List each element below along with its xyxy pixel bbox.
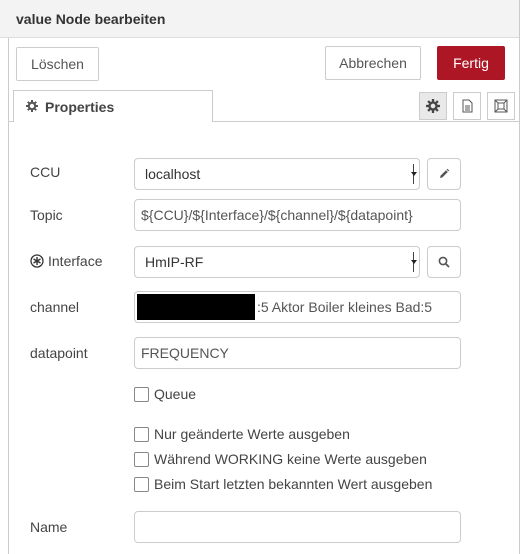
cancel-button[interactable]: Abbrechen — [325, 46, 421, 80]
interface-value: HmIP-RF — [145, 254, 204, 270]
option-label: Beim Start letzten bekannten Wert ausgeb… — [154, 476, 433, 492]
chevron-down-icon — [413, 252, 416, 272]
ccu-value: localhost — [145, 166, 201, 182]
interface-select[interactable]: HmIP-RF — [134, 246, 420, 278]
ccu-edit-button[interactable] — [427, 158, 461, 190]
datapoint-label: datapoint — [30, 345, 88, 361]
interface-label-text: Interface — [48, 253, 103, 269]
option-label: Nur geänderte Werte ausgeben — [154, 426, 350, 442]
tab-properties-label: Properties — [45, 99, 115, 115]
interface-search-button[interactable] — [427, 246, 461, 278]
layout-tool-button[interactable] — [487, 92, 515, 120]
interface-label: Interface — [30, 253, 102, 269]
chevron-down-icon — [413, 164, 416, 184]
channel-label: channel — [30, 299, 80, 315]
topic-label: Topic — [30, 207, 63, 223]
interface-icon — [30, 254, 44, 268]
delete-button[interactable]: Löschen — [16, 47, 99, 81]
tab-properties[interactable]: Properties — [13, 90, 213, 122]
dialog-border-left — [8, 38, 9, 554]
queue-label: Queue — [154, 386, 197, 402]
queue-checkbox[interactable] — [134, 387, 149, 402]
name-label: Name — [30, 519, 68, 535]
node-editor-dialog: value Node bearbeiten Löschen Abbrechen … — [0, 0, 520, 554]
option-checkbox[interactable] — [134, 427, 149, 442]
option-label: Während WORKING keine Werte ausgeben — [154, 451, 427, 467]
channel-value: :5 Aktor Boiler kleines Bad:5 — [257, 299, 433, 315]
done-button[interactable]: Fertig — [437, 46, 505, 80]
option-checkbox[interactable] — [134, 477, 149, 492]
channel-input[interactable]: :5 Aktor Boiler kleines Bad:5 — [134, 291, 461, 323]
redacted-block — [137, 294, 255, 321]
dialog-title: value Node bearbeiten — [16, 11, 166, 27]
description-tool-button[interactable] — [453, 92, 481, 120]
tab-divider — [213, 121, 519, 122]
gear-icon — [26, 100, 38, 112]
option-checkbox[interactable] — [134, 452, 149, 467]
ccu-select[interactable]: localhost — [134, 158, 420, 190]
datapoint-input[interactable]: FREQUENCY — [134, 337, 461, 369]
name-input[interactable] — [134, 511, 461, 543]
ccu-label: CCU — [30, 164, 61, 180]
topic-input[interactable]: ${CCU}/${Interface}/${channel}/${datapoi… — [134, 199, 461, 231]
settings-tool-button[interactable] — [419, 92, 447, 120]
dialog-title-bar: value Node bearbeiten — [0, 0, 519, 38]
tab-divider — [9, 121, 13, 122]
